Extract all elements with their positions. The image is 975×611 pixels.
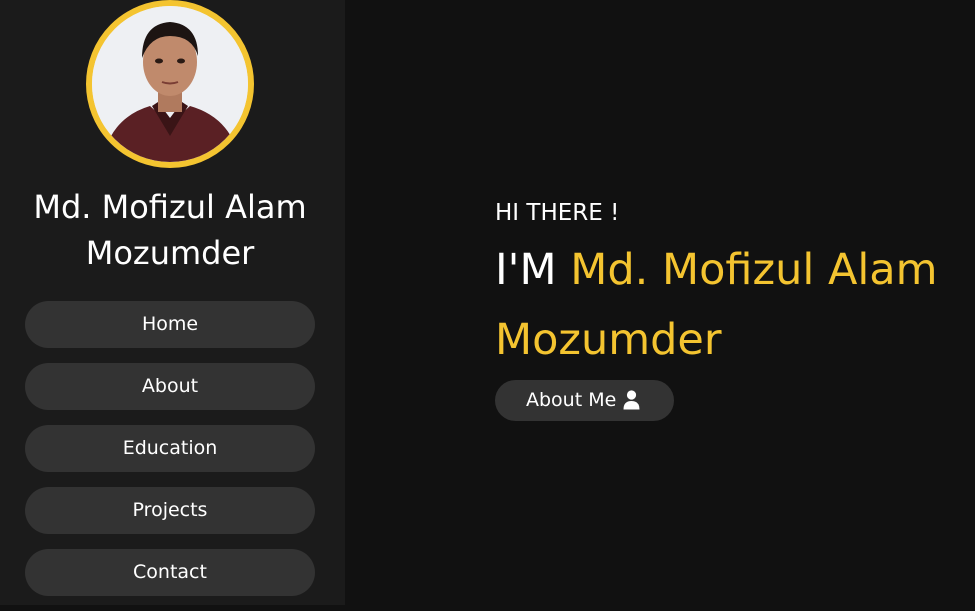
profile-avatar (86, 0, 254, 168)
nav-item-home[interactable]: Home (25, 301, 315, 348)
nav-item-education[interactable]: Education (25, 425, 315, 472)
nav-item-about[interactable]: About (25, 363, 315, 410)
hero-prefix: I'M (495, 245, 557, 295)
user-icon (623, 390, 640, 410)
nav-item-projects[interactable]: Projects (25, 487, 315, 534)
hero-greeting: HI THERE ! (495, 200, 620, 226)
profile-name: Md. Mofizul Alam Mozumder (33, 188, 307, 272)
hero-name: Md. Mofizul Alam Mozumder (495, 245, 938, 365)
sidebar-nav: Home About Education Projects Contact (25, 301, 315, 611)
about-me-button-label: About Me (526, 389, 617, 411)
about-me-button[interactable]: About Me (495, 380, 674, 421)
profile-photo (92, 6, 248, 162)
nav-item-contact[interactable]: Contact (25, 549, 315, 596)
sidebar: Md. Mofizul Alam Mozumder Home About Edu… (0, 0, 345, 605)
hero-headline: I'M Md. Mofizul Alam Mozumder (495, 235, 975, 375)
hero-section: HI THERE ! I'M Md. Mofizul Alam Mozumder… (345, 0, 975, 605)
